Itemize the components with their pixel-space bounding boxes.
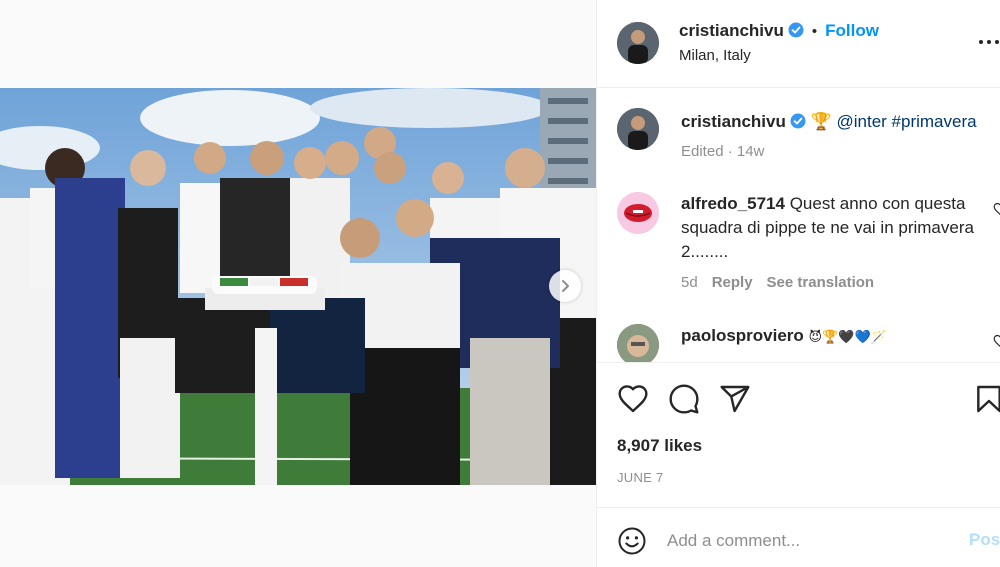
verified-badge-icon [790, 112, 806, 136]
header-separator: • [811, 23, 818, 40]
media-pane [0, 0, 596, 567]
team-photo-image [0, 88, 596, 485]
chevron-right-icon [562, 280, 569, 292]
more-options-button[interactable] [977, 32, 1000, 52]
comments-list[interactable]: cristianchivu 🏆 @inter #primavera Edited… [597, 88, 1000, 362]
caption-text: 🏆 @inter #primavera [810, 112, 977, 131]
comment-avatar[interactable] [617, 324, 659, 362]
post-photo[interactable] [0, 88, 596, 485]
comment-username[interactable]: alfredo_5714 [681, 194, 785, 213]
caption-avatar[interactable] [617, 108, 659, 150]
comment-text: 😈🏆🖤💙🪄 [808, 329, 887, 344]
caption-username[interactable]: cristianchivu [681, 112, 786, 131]
paolo-avatar-image [617, 324, 659, 362]
comment-username[interactable]: paolosproviero [681, 326, 804, 345]
heart-icon[interactable] [617, 383, 649, 415]
comment-meta: 5d Reply See translation [681, 274, 888, 291]
caption-avatar-image [617, 108, 659, 150]
caption-item: cristianchivu 🏆 @inter #primavera Edited… [597, 88, 1000, 178]
post-comment-button[interactable]: Post [969, 530, 1000, 550]
post-date[interactable]: JUNE 7 [617, 470, 664, 485]
add-comment-bar: Post [597, 507, 1000, 567]
verified-badge-icon [788, 22, 804, 43]
more-options-icon [979, 40, 999, 44]
emoji-icon[interactable] [617, 526, 647, 556]
comment-like-heart-icon[interactable] [993, 334, 1000, 348]
author-avatar-image [617, 22, 659, 64]
comment-avatar[interactable] [617, 192, 659, 234]
post-actions: 8,907 likes JUNE 7 [597, 362, 1000, 507]
share-icon[interactable] [719, 383, 751, 415]
bookmark-icon[interactable] [973, 383, 1000, 415]
see-translation-button[interactable]: See translation [767, 274, 875, 291]
lips-avatar-image [617, 192, 659, 234]
follow-button[interactable]: Follow [825, 21, 879, 40]
comment-age: 5d [681, 274, 698, 291]
comment-input[interactable] [667, 528, 957, 554]
post-location[interactable]: Milan, Italy [679, 47, 751, 64]
post-side-panel: cristianchivu • Follow Milan, Italy cristi… [596, 0, 1000, 567]
author-avatar[interactable] [617, 22, 659, 64]
comment-icon[interactable] [668, 383, 700, 415]
comment-item: alfredo_5714 Quest anno con questa squad… [597, 188, 1000, 308]
comment-body: paolosproviero 😈🏆🖤💙🪄 [681, 324, 887, 349]
comment-like-heart-icon[interactable] [993, 202, 1000, 216]
reply-button[interactable]: Reply [712, 274, 753, 291]
author-username[interactable]: cristianchivu [679, 21, 784, 40]
next-photo-button[interactable] [549, 270, 581, 302]
header-title-row: cristianchivu • Follow [679, 21, 879, 43]
comment-item: paolosproviero 😈🏆🖤💙🪄 [597, 322, 1000, 362]
caption-line: cristianchivu 🏆 @inter #primavera [681, 110, 977, 136]
caption-edited: Edited · 14w [681, 143, 765, 160]
comment-body: alfredo_5714 Quest anno con questa squad… [681, 192, 981, 264]
likes-count[interactable]: 8,907 likes [617, 436, 702, 456]
post-header: cristianchivu • Follow Milan, Italy [597, 0, 1000, 88]
